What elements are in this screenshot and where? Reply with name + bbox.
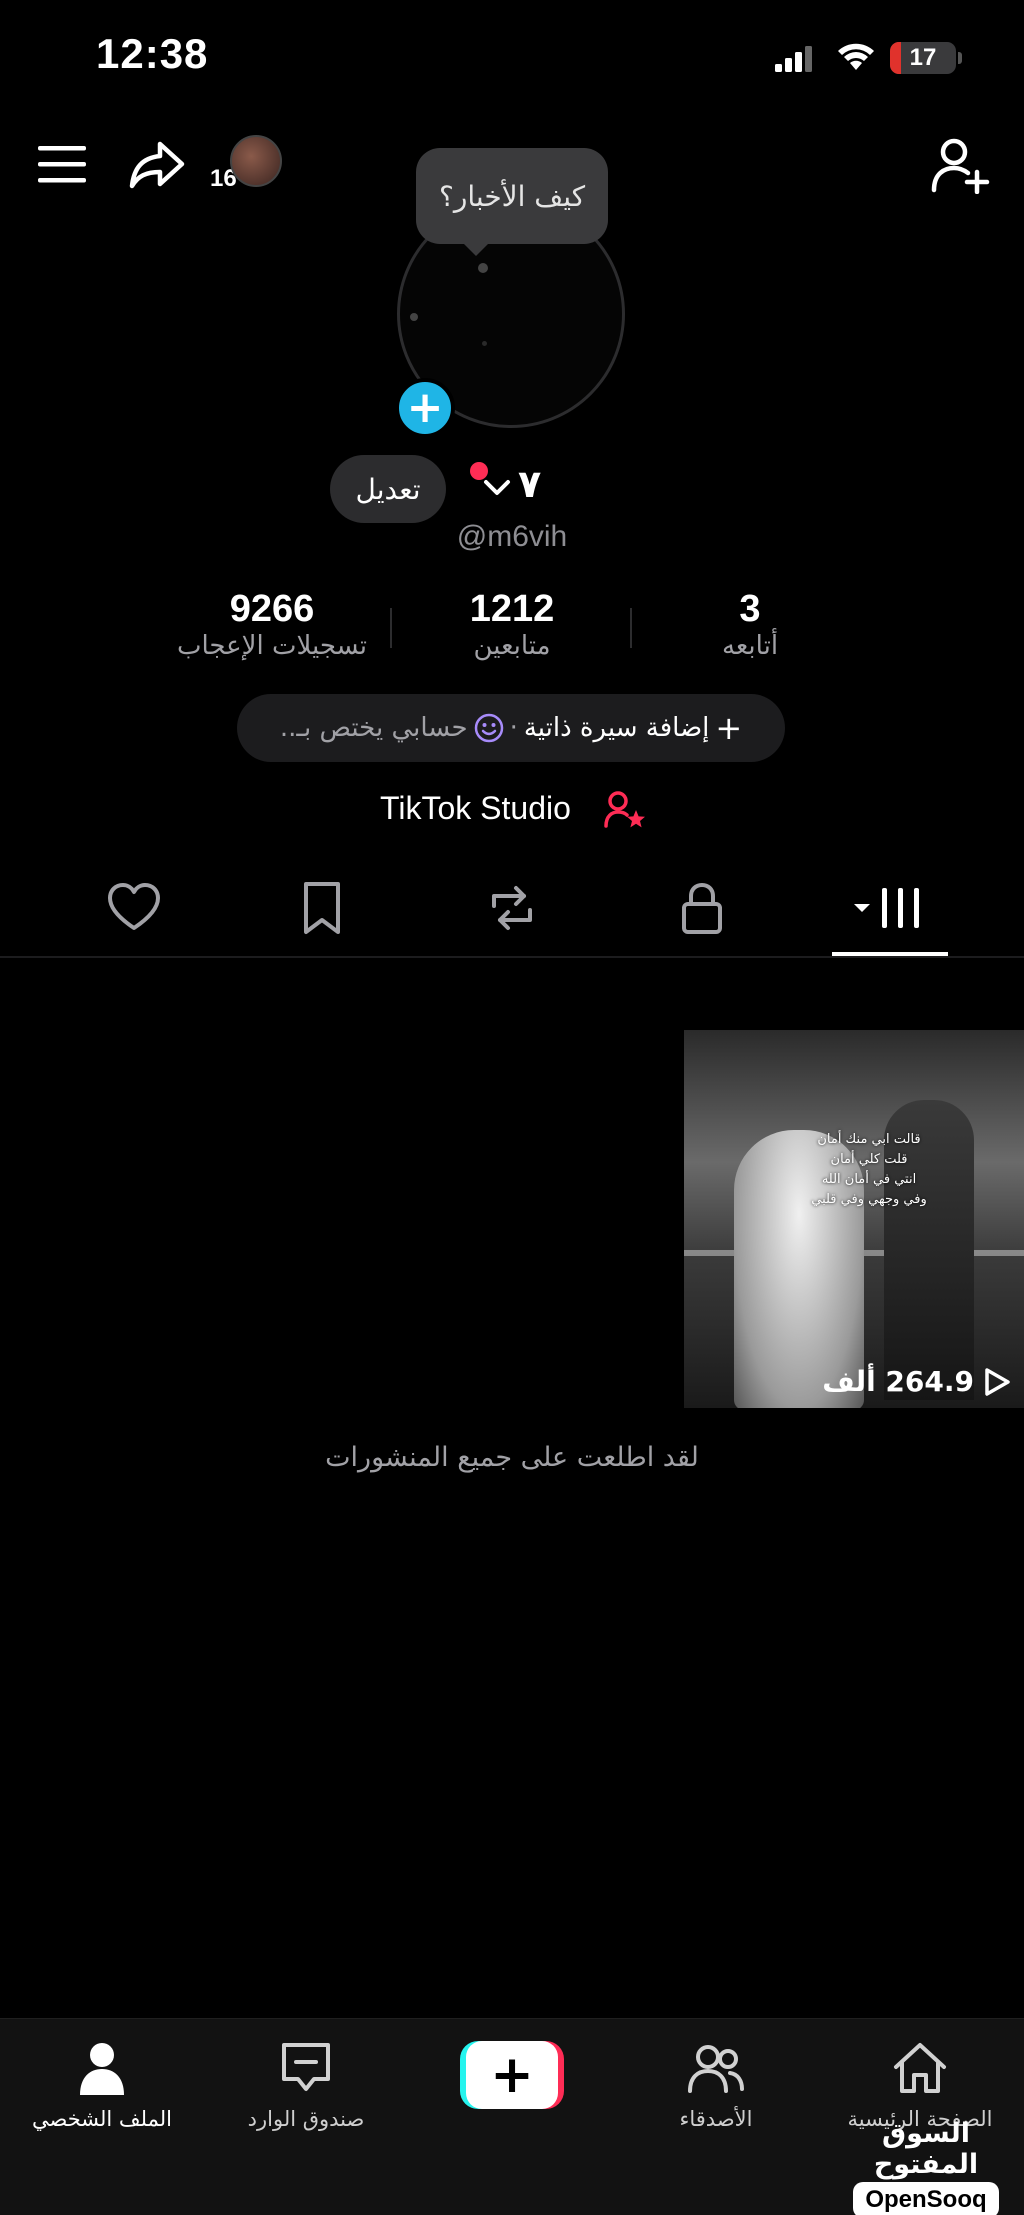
note-bubble-tail <box>462 242 490 256</box>
end-of-posts-message: لقد اطلعت على جميع المنشورات <box>325 1442 699 1473</box>
inbox-icon <box>282 2043 330 2091</box>
watermark: السوق المفتوح OpenSooq <box>846 2118 1006 2215</box>
nav-profile[interactable]: الملف الشخصي <box>12 2039 192 2131</box>
chevron-down-icon[interactable] <box>482 476 512 500</box>
video-thumbnail[interactable]: قالت ابي منك أمان قلت كلي أمان انتي في أ… <box>684 1030 1024 1408</box>
stat-followers[interactable]: 1212 متابعين <box>430 588 594 661</box>
add-photo-plus-icon[interactable]: + <box>395 378 455 438</box>
battery-indicator: 17 <box>890 42 956 74</box>
followers-count: 1212 <box>469 588 555 630</box>
wifi-icon <box>838 43 874 70</box>
video-caption: قالت ابي منك أمان قلت كلي أمان انتي في أ… <box>811 1132 927 1207</box>
user-star-icon[interactable] <box>604 790 646 830</box>
create-plus-icon: + <box>466 2041 558 2109</box>
bio-preview: حسابي يختص بـ.. <box>279 713 468 743</box>
tabs-divider <box>0 956 1024 958</box>
note-bubble[interactable]: كيف الأخبار؟ <box>416 148 608 244</box>
battery-level: 17 <box>909 44 937 71</box>
watermark-english: OpenSooq <box>853 2182 999 2215</box>
likes-label: تسجيلات الإعجاب <box>176 631 368 661</box>
stat-following[interactable]: 3 أتابعه <box>690 588 810 661</box>
cellular-signal-icon <box>775 46 812 72</box>
nav-friends[interactable]: الأصدقاء <box>626 2039 806 2131</box>
heart-icon[interactable] <box>106 880 162 936</box>
following-count: 3 <box>739 588 761 630</box>
stat-likes[interactable]: 9266 تسجيلات الإعجاب <box>160 588 384 661</box>
watermark-arabic: السوق المفتوح <box>873 2118 979 2180</box>
hamburger-menu-icon[interactable] <box>36 142 88 186</box>
likes-count: 9266 <box>229 588 315 630</box>
story-avatar[interactable] <box>230 135 282 187</box>
status-time: 12:38 <box>96 30 209 77</box>
nav-inbox[interactable]: صندوق الوارد <box>216 2039 396 2131</box>
nav-profile-label: الملف الشخصي <box>32 2107 172 2131</box>
nav-inbox-label: صندوق الوارد <box>247 2107 365 2131</box>
edit-profile-button[interactable]: تعديل <box>330 455 446 523</box>
bio-separator: · <box>509 713 518 743</box>
add-user-icon[interactable] <box>930 136 990 194</box>
nav-friends-label: الأصدقاء <box>679 2107 753 2131</box>
add-bio-label: إضافة سيرة ذاتية <box>523 713 710 743</box>
tiktok-studio-link[interactable]: TikTok Studio <box>380 790 571 827</box>
plus-icon: + <box>715 709 743 747</box>
username: @m6vih <box>456 520 568 553</box>
followers-label: متابعين <box>473 631 551 661</box>
stat-divider <box>630 608 632 648</box>
play-icon <box>985 1367 1010 1396</box>
battery-nub <box>958 52 962 64</box>
video-views: 264.9 ألف <box>822 1365 1010 1398</box>
create-button[interactable]: + <box>460 2041 564 2109</box>
repost-icon[interactable] <box>484 880 540 936</box>
following-label: أتابعه <box>721 631 779 661</box>
share-arrow-icon[interactable] <box>128 138 186 190</box>
friends-icon <box>688 2045 744 2093</box>
smiley-face-icon <box>474 713 503 743</box>
add-bio-button[interactable]: + إضافة سيرة ذاتية · حسابي يختص بـ.. <box>237 694 785 762</box>
lock-icon[interactable] <box>674 880 730 936</box>
display-name[interactable]: ٧ <box>518 462 541 506</box>
stat-divider <box>390 608 392 648</box>
views-count: 264.9 ألف <box>822 1365 974 1398</box>
profile-icon <box>80 2043 124 2095</box>
bookmark-icon[interactable] <box>294 880 350 936</box>
home-icon <box>894 2043 946 2093</box>
grid-bars-icon[interactable] <box>846 880 930 936</box>
